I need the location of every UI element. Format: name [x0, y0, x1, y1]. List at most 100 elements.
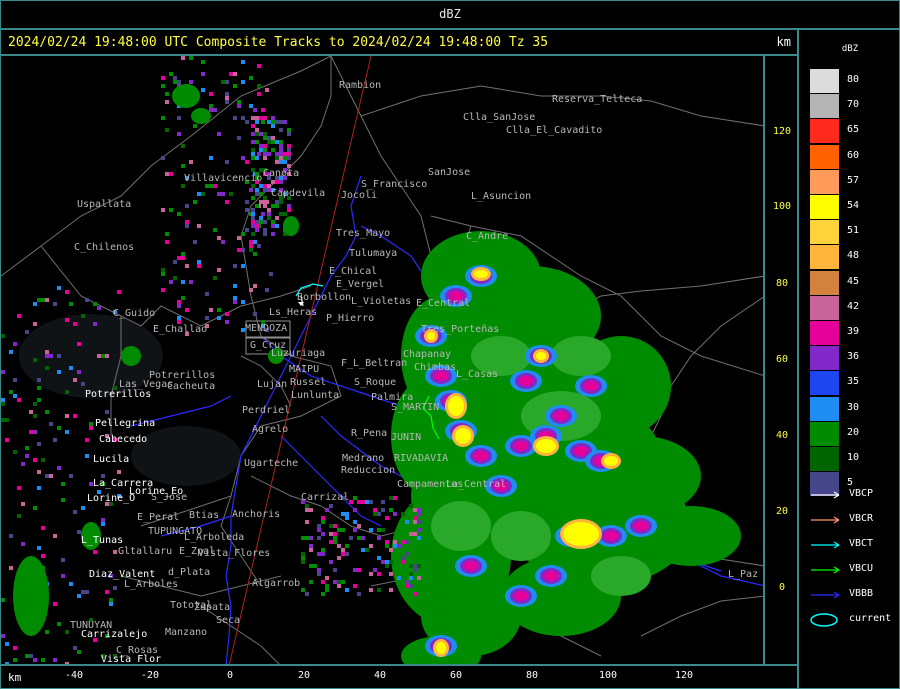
echo-pixel — [301, 560, 305, 564]
echo-pixel — [233, 84, 237, 88]
echo-pixel — [1, 418, 5, 422]
echo-pixel — [257, 244, 261, 248]
echo-pixel — [275, 200, 279, 204]
echo-pixel — [251, 232, 255, 236]
echo-pixel — [193, 240, 197, 244]
legend-swatch — [810, 321, 839, 345]
echo-pixel — [373, 508, 377, 512]
echo-pixel — [305, 536, 309, 540]
legend-swatch — [810, 119, 839, 144]
echo-pixel — [405, 520, 409, 524]
echo-pixel — [275, 160, 279, 164]
echo-pixel — [329, 532, 333, 536]
echo-pixel — [253, 108, 257, 112]
place-label: Lunlunta — [291, 390, 339, 401]
echo-pixel — [241, 156, 245, 160]
echo-pixel — [365, 500, 369, 504]
place-label: L_Paz — [728, 569, 758, 580]
echo-pixel — [381, 560, 385, 564]
echo-pixel — [321, 532, 325, 536]
legend-swatch-label: 70 — [847, 99, 860, 111]
echo-pixel — [263, 148, 267, 152]
echo-pixel — [9, 350, 13, 354]
track-legend-item: VBCT — [809, 538, 899, 552]
echo-pixel — [249, 240, 253, 244]
echo-pixel — [263, 116, 267, 120]
echo-pixel — [271, 116, 275, 120]
echo-pixel — [165, 128, 169, 132]
echo-pixel — [161, 76, 165, 80]
echo-pixel — [161, 268, 165, 272]
echo-pixel — [197, 224, 201, 228]
echo-pixel — [33, 430, 37, 434]
echo-pixel — [13, 342, 17, 346]
echo-pixel — [185, 308, 189, 312]
echo-pixel — [271, 136, 275, 140]
echo-pixel — [333, 536, 337, 540]
echo-pixel — [301, 588, 305, 592]
place-label: S_MARTIN — [391, 402, 439, 413]
echo-pixel — [255, 156, 259, 160]
echo-pixel — [325, 576, 329, 580]
echo-pixel — [181, 256, 185, 260]
legend-swatch — [810, 94, 839, 119]
echo-pixel — [341, 512, 345, 516]
echo-cell — [464, 561, 478, 571]
echo-pixel — [341, 548, 345, 552]
echo-pixel — [417, 536, 421, 540]
place-label: La_Central — [446, 479, 506, 490]
echo-pixel — [165, 172, 169, 176]
place-label: Carrizal — [301, 492, 349, 503]
echo-pixel — [169, 172, 173, 176]
echo-pixel — [405, 584, 409, 588]
echo-cell — [563, 522, 599, 546]
x-tick: -20 — [140, 670, 160, 681]
echo-pixel — [209, 308, 213, 312]
place-label: Clla_El_Cavadito — [506, 125, 602, 136]
echo-pixel — [263, 144, 267, 148]
echo-pixel — [169, 280, 173, 284]
y-tick: 100 — [772, 201, 792, 212]
echo-pixel — [53, 534, 57, 538]
echo-pixel — [1, 598, 5, 602]
echo-pixel — [401, 512, 405, 516]
echo-pixel — [33, 414, 37, 418]
echo-cell — [455, 428, 471, 444]
place-label: C_Andre — [466, 231, 508, 242]
echo-pixel — [261, 212, 265, 216]
echo-pixel — [369, 572, 373, 576]
radar-map[interactable]: Rambion Reserva_Telteca Clla_SanJose Clla_E… — [0, 55, 764, 665]
echo-pixel — [181, 280, 185, 284]
echo-pixel — [385, 564, 389, 568]
echo-pixel — [269, 272, 273, 276]
echo-pixel — [221, 192, 225, 196]
echo-pixel — [177, 212, 181, 216]
place-label: Lujan — [257, 379, 287, 390]
echo-pixel — [251, 140, 255, 144]
echo-pixel — [237, 248, 241, 252]
echo-pixel — [417, 520, 421, 524]
echo-pixel — [313, 564, 317, 568]
echo-pixel — [73, 510, 77, 514]
echo-pixel — [251, 184, 255, 188]
echo-pixel — [177, 300, 181, 304]
place-label: E_Peral — [137, 512, 179, 523]
echo-cell — [448, 396, 464, 416]
place-label: L_Asuncion — [471, 191, 531, 202]
echo-pixel — [357, 536, 361, 540]
map-canvas: Rambion Reserva_Telteca Clla_SanJose Clla_E… — [1, 56, 763, 664]
echo-pixel — [329, 560, 333, 564]
place-label: Algarrob — [252, 578, 300, 589]
place-label-major: Carrizalejo — [81, 629, 147, 640]
echo-pixel — [417, 576, 421, 580]
echo-cell — [536, 352, 546, 360]
echo-cell — [591, 556, 651, 596]
echo-cell — [491, 511, 551, 561]
echo-pixel — [251, 216, 255, 220]
place-label: S_Francisco — [361, 179, 427, 190]
echo-pixel — [263, 136, 267, 140]
echo-pixel — [249, 188, 253, 192]
echo-pixel — [189, 56, 193, 60]
echo-pixel — [257, 64, 261, 68]
echo-pixel — [53, 438, 57, 442]
